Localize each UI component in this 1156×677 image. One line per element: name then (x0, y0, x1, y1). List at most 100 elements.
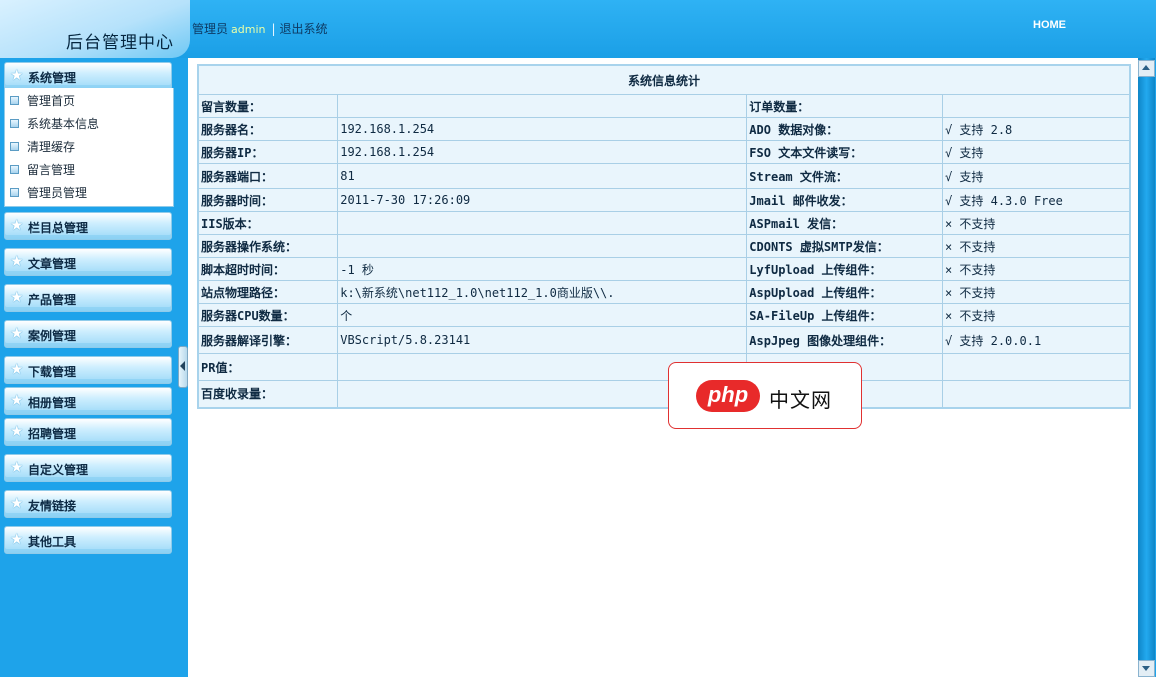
submenu-item-clear-cache[interactable]: 清理缓存 (9, 136, 169, 154)
stat-label: 站点物理路径： (197, 280, 339, 304)
stat-label: Jmail 邮件收发： (746, 188, 943, 212)
stat-label: CDONTS 虚拟SMTP发信： (746, 234, 943, 258)
star-icon: ★ (10, 360, 24, 378)
square-bullet-icon (10, 96, 19, 105)
stat-label: ASPmail 发信： (746, 211, 943, 235)
home-link[interactable]: HOME (1033, 19, 1066, 31)
menu-header-jobs[interactable]: ★ 招聘管理 (4, 418, 172, 446)
menu-header-downloads[interactable]: ★ 下载管理 (4, 356, 172, 384)
stat-value (337, 234, 748, 258)
stat-label: 服务器IP： (197, 140, 339, 164)
admin-info: 管理员 admin | 退出系统 (192, 20, 328, 37)
stat-value: × 不支持 (941, 211, 1131, 235)
stat-value: × 不支持 (941, 234, 1131, 258)
menu-label: 案例管理 (28, 329, 77, 343)
table-row: 留言数量： 订单数量： (197, 94, 1131, 118)
stat-label: 留言数量： (197, 94, 339, 118)
sidebar: ★ 系统管理 管理首页 系统基本信息 清理缓存 留言管理 管理员管理 ★ 栏目总… (0, 58, 178, 677)
stat-label: PR值： (197, 353, 339, 381)
stat-value: 192.168.1.254 (337, 140, 748, 164)
square-bullet-icon (10, 188, 19, 197)
menu-header-system[interactable]: ★ 系统管理 (4, 62, 172, 90)
menu-header-links[interactable]: ★ 友情链接 (4, 490, 172, 518)
submenu-label: 管理首页 (27, 94, 76, 108)
stat-label: 服务器CPU数量： (197, 303, 339, 327)
stat-label: 服务器时间： (197, 188, 339, 212)
admin-username: admin (231, 23, 266, 36)
stat-value (941, 94, 1131, 118)
submenu-label: 留言管理 (27, 163, 76, 177)
menu-label: 系统管理 (28, 71, 77, 85)
table-row: 服务器端口： 81 Stream 文件流： √ 支持 (197, 163, 1131, 189)
menu-label: 下载管理 (28, 365, 77, 379)
stat-value (941, 353, 1131, 381)
submenu-item-messages[interactable]: 留言管理 (9, 159, 169, 177)
menu-label: 产品管理 (28, 293, 77, 307)
stat-value (337, 211, 748, 235)
stat-value: VBScript/5.8.23141 (337, 326, 748, 354)
submenu-label: 清理缓存 (27, 140, 76, 154)
admin-label: 管理员 (192, 22, 229, 36)
stat-value: √ 支持 4.3.0 Free (941, 188, 1131, 212)
scroll-down-button[interactable] (1138, 660, 1155, 677)
stat-value: √ 支持 2.8 (941, 117, 1131, 141)
watermark-site-text: 中文网 (769, 388, 832, 412)
menu-label: 相册管理 (28, 396, 77, 410)
stat-label: 百度收录量： (197, 380, 339, 408)
table-title-row: 系统信息统计 (197, 64, 1131, 95)
system-stats-table: 系统信息统计 留言数量： 订单数量： 服务器名： 192.168.1.254 ADO 数… (197, 64, 1131, 409)
table-row: 站点物理路径： k:\新系统\net112_1.0\net112_1.0商业版\\… (197, 280, 1131, 304)
menu-header-articles[interactable]: ★ 文章管理 (4, 248, 172, 276)
submenu-item-home[interactable]: 管理首页 (9, 90, 169, 108)
stat-value: × 不支持 (941, 303, 1131, 327)
star-icon: ★ (10, 324, 24, 342)
top-header: 后台管理中心 管理员 admin | 退出系统 HOME (0, 0, 1156, 58)
menu-header-albums[interactable]: ★ 相册管理 (4, 387, 172, 415)
stat-label: FSO 文本文件读写： (746, 140, 943, 164)
stat-label: 服务器名： (197, 117, 339, 141)
table-row: 服务器时间： 2011-7-30 17:26:09 Jmail 邮件收发： √ 支持 … (197, 188, 1131, 212)
menu-label: 自定义管理 (28, 463, 89, 477)
submenu-label: 系统基本信息 (27, 117, 100, 131)
stat-value: √ 支持 (941, 163, 1131, 189)
star-icon: ★ (10, 216, 24, 234)
logo-area: 后台管理中心 (0, 0, 190, 58)
stat-value: 个 (337, 303, 748, 327)
menu-header-products[interactable]: ★ 产品管理 (4, 284, 172, 312)
scroll-up-button[interactable] (1138, 60, 1155, 77)
menu-header-tools[interactable]: ★ 其他工具 (4, 526, 172, 554)
menu-header-columns[interactable]: ★ 栏目总管理 (4, 212, 172, 240)
star-icon: ★ (10, 66, 24, 84)
table-title: 系统信息统计 (197, 64, 1131, 95)
stat-value: 2011-7-30 17:26:09 (337, 188, 748, 212)
stat-label: 服务器解译引擎： (197, 326, 339, 354)
stat-value: 192.168.1.254 (337, 117, 748, 141)
menu-label: 友情链接 (28, 499, 77, 513)
stat-label: 服务器端口： (197, 163, 339, 189)
stat-value: -1 秒 (337, 257, 748, 281)
stat-value: 81 (337, 163, 748, 189)
submenu-label: 管理员管理 (27, 186, 88, 200)
table-row: 服务器解译引擎： VBScript/5.8.23141 AspJpeg 图像处理组件… (197, 326, 1131, 354)
square-bullet-icon (10, 119, 19, 128)
star-icon: ★ (10, 422, 24, 440)
arrow-up-icon (1142, 65, 1150, 70)
submenu-item-admins[interactable]: 管理员管理 (9, 182, 169, 200)
menu-header-custom[interactable]: ★ 自定义管理 (4, 454, 172, 482)
submenu-item-basic-info[interactable]: 系统基本信息 (9, 113, 169, 131)
admin-separator: | (271, 22, 276, 36)
menu-header-cases[interactable]: ★ 案例管理 (4, 320, 172, 348)
menu-label: 文章管理 (28, 257, 77, 271)
stat-value: √ 支持 (941, 140, 1131, 164)
table-row: 服务器操作系统： CDONTS 虚拟SMTP发信： × 不支持 (197, 234, 1131, 258)
logout-link[interactable]: 退出系统 (280, 22, 328, 36)
collapse-sidebar-toggle[interactable] (178, 346, 188, 388)
menu-label: 招聘管理 (28, 427, 77, 441)
stat-value: × 不支持 (941, 280, 1131, 304)
table-row: 百度收录量：谷歌收录量： (197, 380, 1131, 408)
menu-label: 栏目总管理 (28, 221, 89, 235)
star-icon: ★ (10, 458, 24, 476)
stat-label: LyfUpload 上传组件： (746, 257, 943, 281)
vertical-scrollbar[interactable] (1138, 58, 1155, 677)
stat-value: √ 支持 2.0.0.1 (941, 326, 1131, 354)
